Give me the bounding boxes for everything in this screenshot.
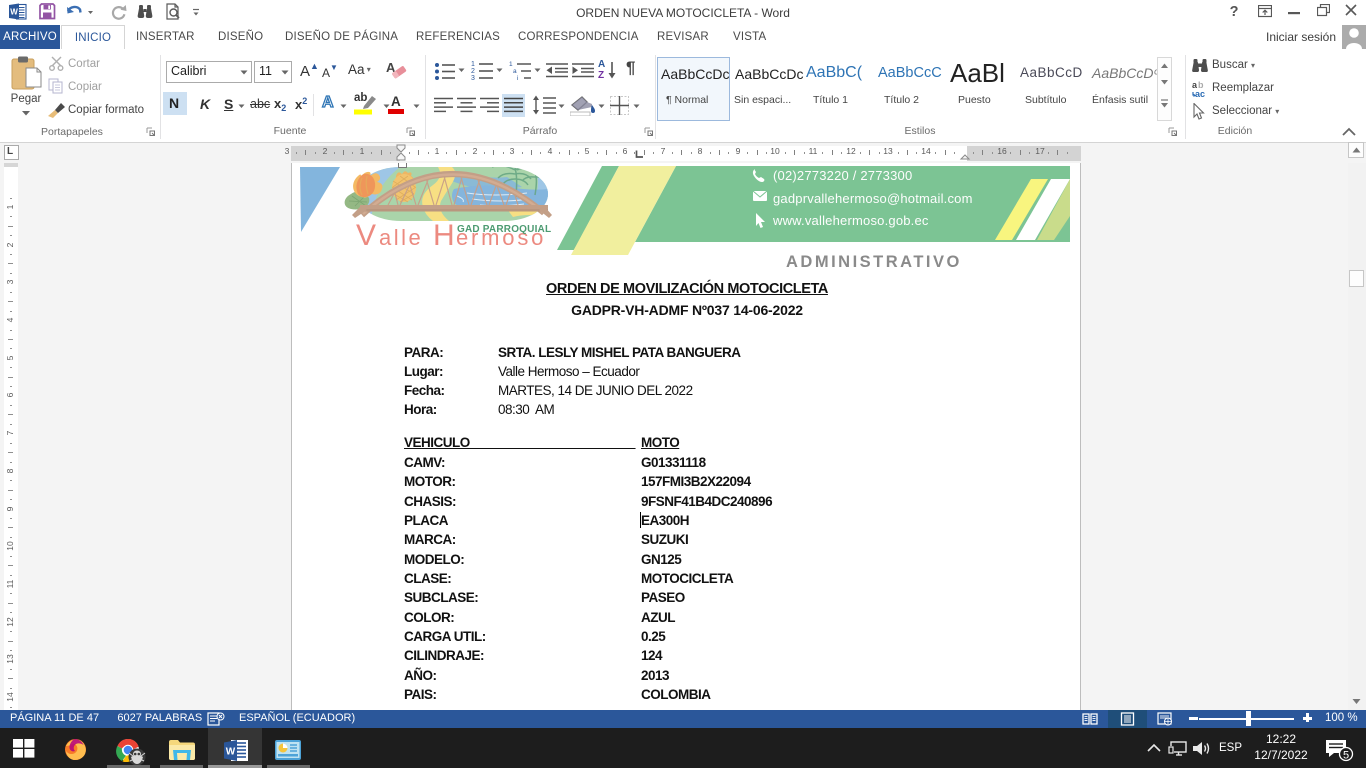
- svg-text:V: V: [356, 219, 376, 252]
- svg-text:2: 2: [471, 68, 475, 75]
- svg-text:5: 5: [1343, 750, 1349, 762]
- svg-text:3: 3: [471, 75, 475, 81]
- svg-text:a: a: [513, 68, 517, 75]
- svg-text:ADMINISTRATIVO: ADMINISTRATIVO: [786, 253, 962, 271]
- svg-text:ac: ac: [1195, 89, 1205, 98]
- svg-text:H: H: [433, 219, 455, 252]
- svg-text:1: 1: [509, 61, 513, 68]
- svg-text:GAD PARROQUIAL: GAD PARROQUIAL: [457, 224, 551, 235]
- svg-text:alle: alle: [379, 225, 423, 250]
- svg-text:gadprvallehermoso@hotmail.com: gadprvallehermoso@hotmail.com: [773, 191, 973, 206]
- svg-text:W: W: [226, 747, 236, 758]
- svg-text:(02)2773220 / 2773300: (02)2773220 / 2773300: [773, 168, 912, 183]
- svg-text:i: i: [517, 75, 518, 81]
- svg-text:www.vallehermoso.gob.ec: www.vallehermoso.gob.ec: [772, 213, 929, 228]
- svg-text:1: 1: [471, 61, 475, 68]
